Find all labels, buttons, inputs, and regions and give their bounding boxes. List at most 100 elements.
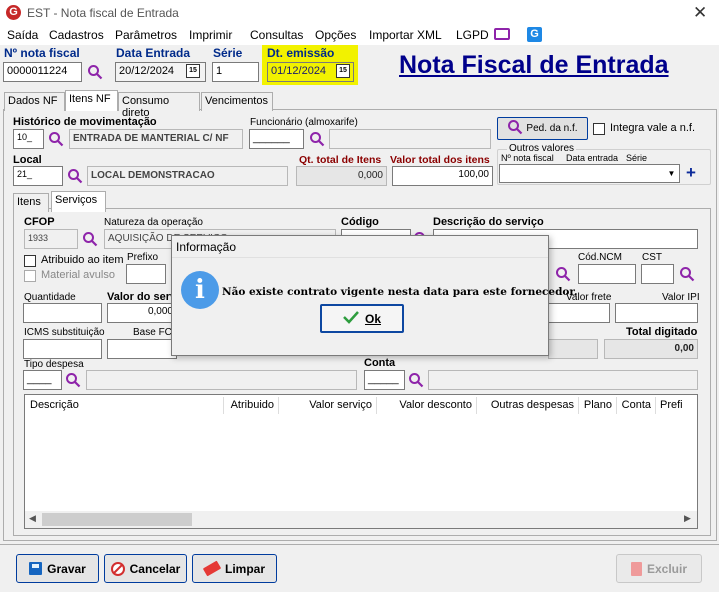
tipo-despesa-search-icon[interactable] — [65, 372, 81, 388]
funcionario-code-field[interactable]: ______ — [249, 129, 304, 149]
ok-button[interactable]: Ok — [320, 304, 404, 333]
dialog-message: Não existe contrato vigente nesta data p… — [222, 286, 578, 298]
material-checkbox[interactable] — [24, 270, 36, 282]
monitor-icon[interactable] — [494, 28, 510, 40]
icms-field[interactable] — [23, 339, 102, 359]
info-icon: i — [181, 271, 219, 309]
outros-col-data: Data entrada — [566, 153, 619, 163]
gravar-label: Gravar — [47, 561, 86, 576]
valor-total-label: Valor total dos itens — [390, 154, 490, 166]
nota-field[interactable]: 0000011224 — [3, 62, 82, 82]
scroll-thumb[interactable] — [42, 513, 192, 526]
nota-search-icon[interactable] — [87, 64, 103, 80]
col-conta[interactable]: Conta — [617, 397, 656, 414]
tab-vencimentos[interactable]: Vencimentos — [201, 92, 273, 111]
descricao-label: Descrição do serviço — [433, 216, 544, 228]
funcionario-search-icon[interactable] — [309, 131, 325, 147]
services-grid[interactable] — [24, 394, 698, 529]
scroll-right-icon[interactable]: ▶ — [684, 513, 691, 524]
quantidade-field[interactable] — [23, 303, 102, 323]
limpar-button[interactable]: Limpar — [192, 554, 277, 583]
cod-ncm-label: Cód.NCM — [578, 252, 622, 263]
menu-parametros[interactable]: Parâmetros — [115, 28, 177, 42]
serie-label: Série — [213, 46, 243, 60]
conta-search-icon[interactable] — [408, 372, 424, 388]
cancel-icon — [110, 561, 125, 576]
ped-nf-button[interactable]: Ped. da n.f. — [497, 117, 588, 140]
cfop-field[interactable]: 1933 — [24, 229, 78, 249]
valor-total-field[interactable]: 100,00 — [392, 166, 493, 186]
valor-servico-field[interactable]: 0,000 — [107, 303, 177, 323]
readonly-field — [548, 339, 598, 359]
menu-cadastros[interactable]: Cadastros — [49, 28, 104, 42]
cst-search-icon[interactable] — [679, 266, 695, 282]
gravar-button[interactable]: Gravar — [16, 554, 99, 583]
calendar-icon[interactable]: 15 — [336, 64, 350, 78]
nota-label: Nº nota fiscal — [4, 46, 80, 60]
dt-emissao-label: Dt. emissão — [267, 46, 335, 60]
conta-label: Conta — [364, 357, 396, 369]
col-atribuido[interactable]: Atribuido — [224, 397, 279, 414]
conta-code-field[interactable]: _____ — [364, 370, 405, 390]
g-app-icon[interactable]: G — [527, 27, 542, 42]
integra-checkbox[interactable] — [593, 123, 605, 135]
total-digitado-field: 0,00 — [604, 339, 698, 359]
outros-valores-select[interactable] — [499, 164, 680, 183]
qt-total-label: Qt. total de Itens — [299, 154, 382, 166]
col-plano[interactable]: Plano — [579, 397, 617, 414]
excluir-label: Excluir — [646, 561, 688, 576]
quantidade-label: Quantidade — [24, 292, 76, 303]
atribuido-checkbox[interactable] — [24, 255, 36, 267]
serie-field[interactable]: 1 — [212, 62, 259, 82]
conta-desc-field — [428, 370, 698, 390]
menu-opcoes[interactable]: Opções — [315, 28, 356, 42]
search-icon[interactable] — [555, 266, 571, 282]
tab-itens-nf[interactable]: Itens NF — [65, 90, 118, 111]
window-title: EST - Nota fiscal de Entrada — [27, 6, 179, 20]
add-icon[interactable]: + — [686, 163, 696, 183]
menu-importar-xml[interactable]: Importar XML — [369, 28, 442, 42]
eraser-icon — [202, 560, 222, 577]
historico-search-icon[interactable] — [48, 131, 64, 147]
menu-imprimir[interactable]: Imprimir — [189, 28, 232, 42]
tipo-despesa-code-field[interactable]: ____ — [23, 370, 62, 390]
col-prefixo[interactable]: Prefi — [656, 397, 697, 414]
cancelar-label: Cancelar — [129, 561, 181, 576]
tab-itens[interactable]: Itens — [13, 193, 49, 212]
col-descricao[interactable]: Descrição — [26, 397, 224, 414]
tab-consumo-direto[interactable]: Consumo direto — [118, 92, 200, 119]
historico-desc-field: ENTRADA DE MANTERIAL C/ NF — [69, 129, 243, 149]
prefixo-field[interactable] — [126, 264, 166, 284]
excluir-button[interactable]: Excluir — [616, 554, 702, 583]
menu-saida[interactable]: Saída — [7, 28, 38, 42]
cancelar-button[interactable]: Cancelar — [104, 554, 187, 583]
calendar-icon[interactable]: 15 — [186, 64, 200, 78]
close-window-button[interactable]: ✕ — [693, 3, 707, 23]
material-label: Material avulso — [41, 269, 115, 281]
tab-dados-nf[interactable]: Dados NF — [4, 92, 65, 111]
chevron-down-icon[interactable]: ▼ — [665, 166, 678, 181]
base-fcp-field[interactable] — [107, 339, 177, 359]
prefixo-label: Prefixo — [127, 252, 159, 263]
menu-consultas[interactable]: Consultas — [250, 28, 303, 42]
atribuido-label: Atribuido ao item — [41, 254, 124, 266]
col-valor-desconto[interactable]: Valor desconto — [377, 397, 477, 414]
checkmark-icon — [343, 310, 359, 327]
menu-lgpd[interactable]: LGPD — [456, 28, 489, 42]
codigo-label: Código — [341, 216, 379, 228]
valor-ipi-field[interactable] — [615, 303, 698, 323]
col-valor-servico[interactable]: Valor serviço — [279, 397, 377, 414]
integra-label: Integra vale a n.f. — [610, 122, 695, 134]
cfop-search-icon[interactable] — [82, 231, 98, 247]
valor-frete-field[interactable] — [548, 303, 610, 323]
cst-field[interactable] — [641, 264, 674, 284]
col-outras-despesas[interactable]: Outras despesas — [477, 397, 579, 414]
historico-code-field[interactable]: 10_ — [13, 129, 44, 149]
tab-servicos[interactable]: Serviços — [51, 191, 106, 212]
local-search-icon[interactable] — [67, 168, 83, 184]
cod-ncm-field[interactable] — [578, 264, 636, 284]
scroll-left-icon[interactable]: ◀ — [29, 513, 36, 524]
valor-ipi-label: Valor IPI — [662, 292, 700, 303]
funcionario-desc-field — [329, 129, 491, 149]
local-code-field[interactable]: 21_ — [13, 166, 63, 186]
